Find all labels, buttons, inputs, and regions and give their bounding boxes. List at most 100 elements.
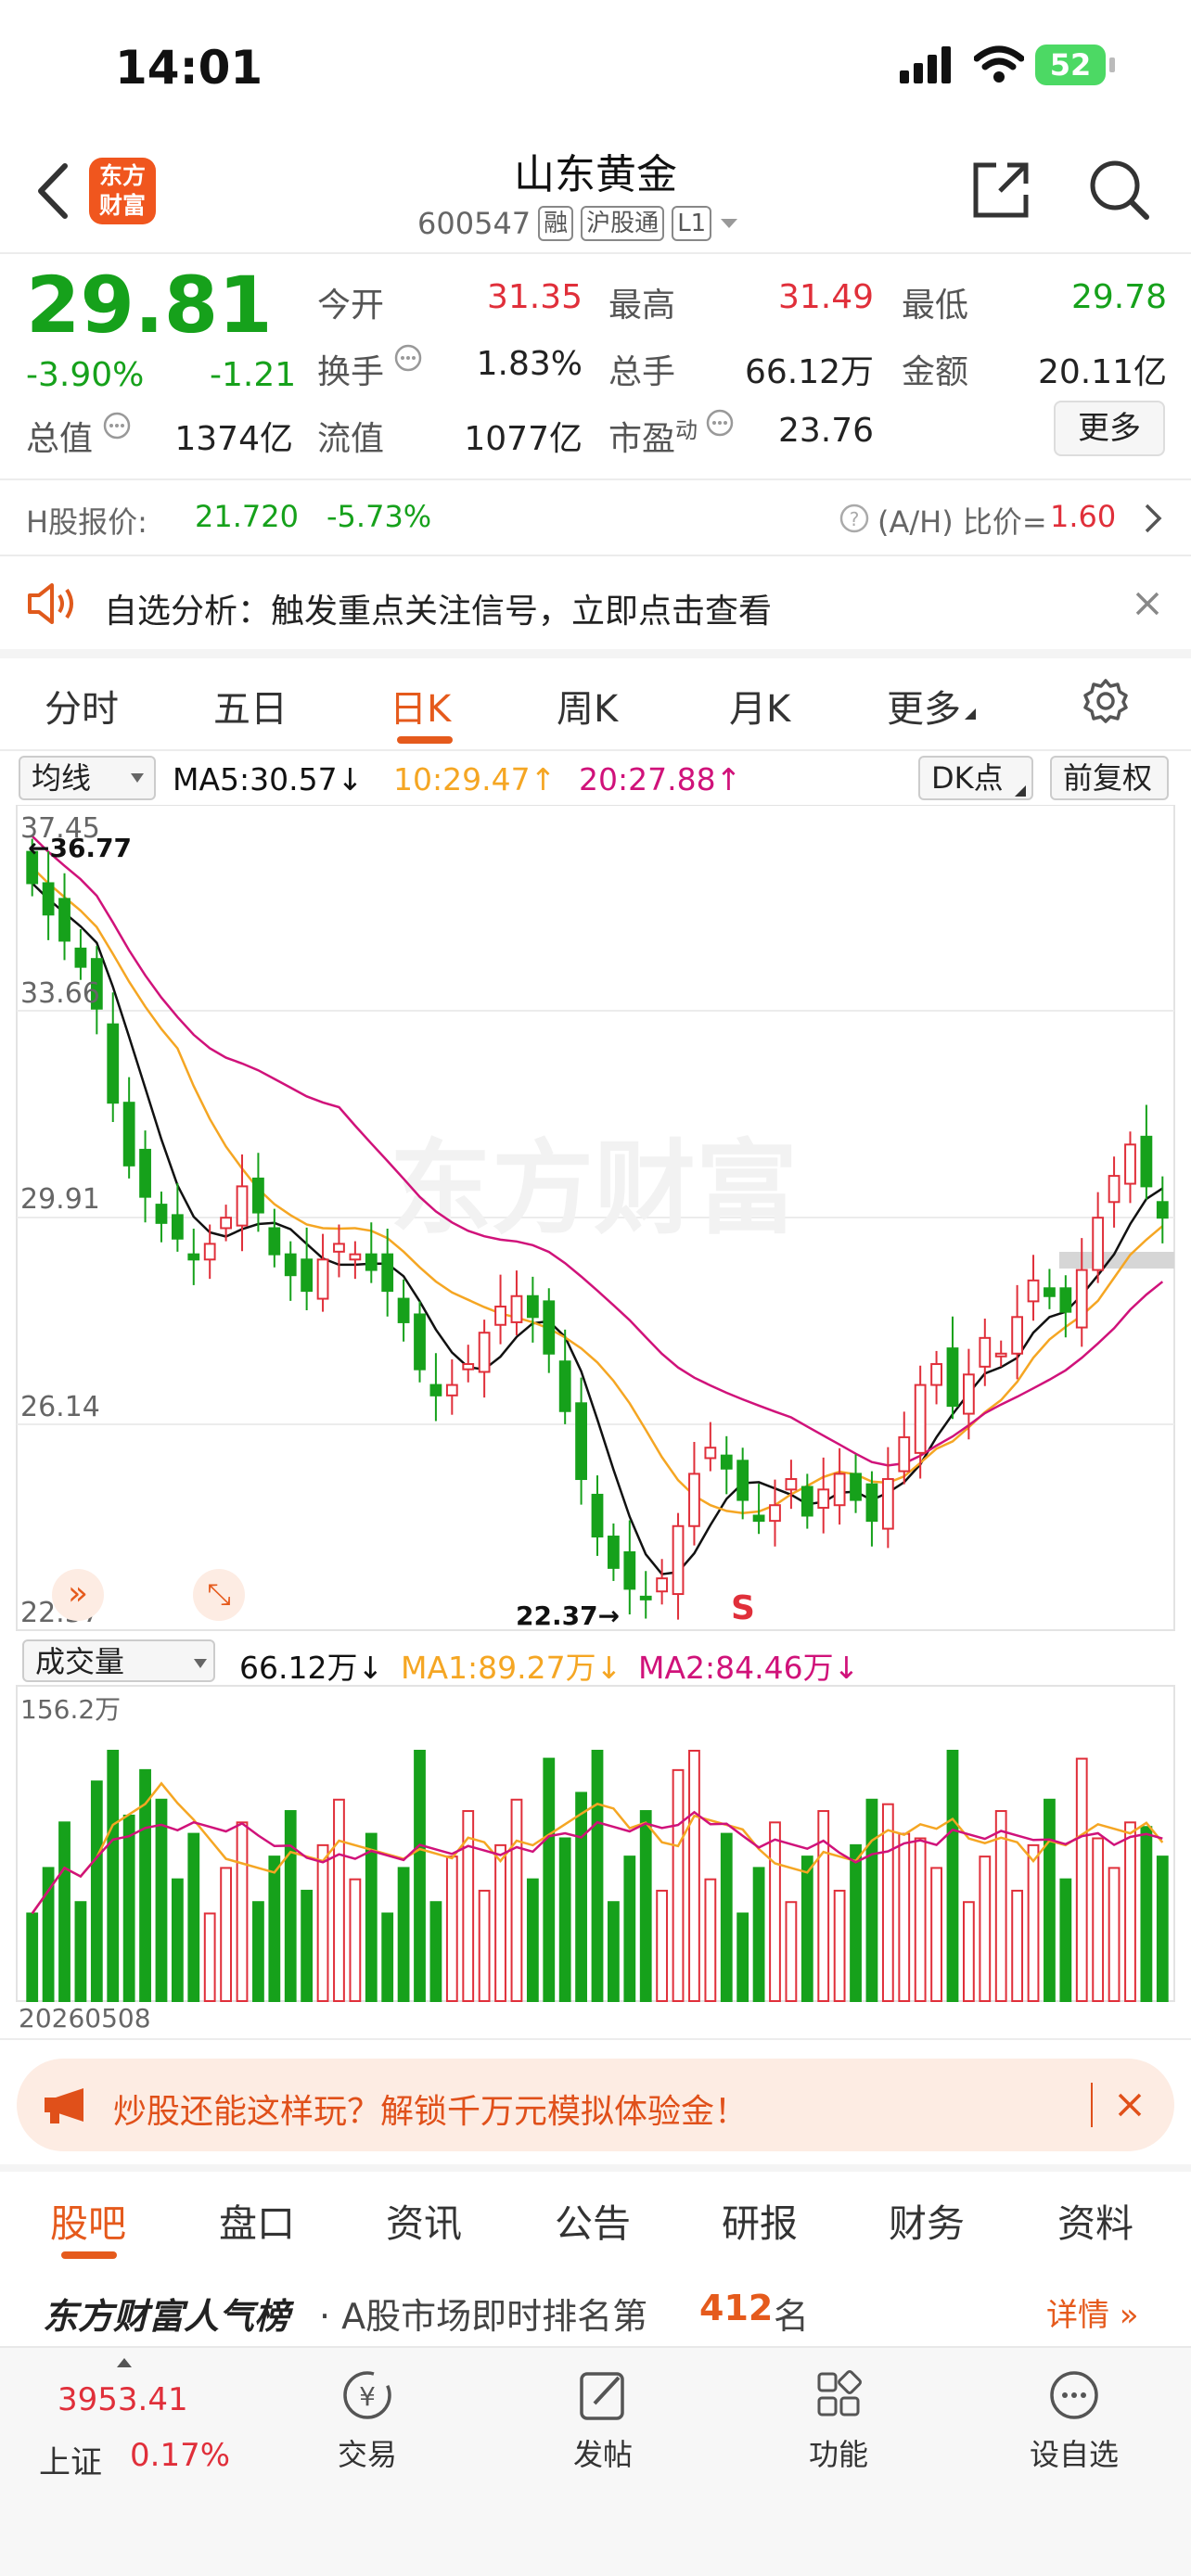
index-value[interactable]: 3953.41: [58, 2381, 188, 2418]
candle-down: [639, 1595, 652, 1600]
share-icon[interactable]: [968, 158, 1033, 223]
hshare-price: 21.720: [195, 499, 299, 534]
candle-down: [397, 1297, 410, 1323]
ad-banner[interactable]: 炒股还能这样玩？解锁千万元模拟体验金！: [17, 2059, 1174, 2151]
volume-bar-up: [494, 1843, 506, 2003]
nav-trade[interactable]: ¥ 交易: [293, 2366, 442, 2474]
info-dots-icon[interactable]: [393, 343, 423, 373]
volume-bar-up: [510, 1798, 523, 2002]
candle-down: [608, 1536, 620, 1569]
tab-financials[interactable]: 财务: [889, 2192, 965, 2248]
more-quote-button[interactable]: 更多: [1054, 401, 1165, 456]
rank-detail-link[interactable]: 详情 »: [1046, 2289, 1139, 2335]
volume-indicator-selector[interactable]: 成交量: [22, 1639, 215, 1682]
volume-bar-down: [946, 1750, 959, 2002]
candle-down: [268, 1227, 281, 1256]
volume-ma2: MA2:84.46万↓: [638, 1650, 860, 1686]
volume-bar-down: [591, 1750, 604, 2002]
volume-bar-down: [865, 1798, 878, 2002]
volume-bar-down: [26, 1912, 39, 2002]
high-value: 31.49: [777, 278, 874, 316]
alert-banner[interactable]: 自选分析：触发重点关注信号，立即点击查看: [0, 556, 1191, 649]
tab-weekly-k[interactable]: 周K: [557, 679, 618, 733]
candle-down: [107, 1023, 120, 1104]
candle-up: [203, 1243, 216, 1261]
chevron-right-icon: [1145, 504, 1162, 533]
ad-text: 炒股还能这样玩？解锁千万元模拟体验金！: [113, 2093, 749, 2131]
volume-bar-down: [397, 1867, 410, 2002]
caret-down-icon: [194, 1659, 207, 1668]
candle-down: [800, 1486, 813, 1517]
volume-bar-down: [623, 1855, 636, 2002]
candle-down: [946, 1347, 959, 1408]
tab-news[interactable]: 资讯: [386, 2192, 462, 2248]
alert-text: 自选分析：触发重点关注信号，立即点击查看: [104, 593, 773, 631]
candle-up: [1027, 1279, 1040, 1303]
info-dots-icon[interactable]: [705, 408, 735, 438]
nav-post[interactable]: 发帖: [529, 2366, 677, 2474]
candle-down: [414, 1313, 426, 1371]
content-tabs: 股吧 盘口 资讯 公告 研报 财务 资料: [0, 2170, 1191, 2263]
volume-current: 66.12万↓: [239, 1650, 384, 1686]
ah-ratio-value: 1.60: [1050, 499, 1117, 534]
volume-value: 66.12万: [744, 353, 874, 391]
volume-bar-up: [930, 1867, 942, 2002]
candle-down: [122, 1102, 135, 1167]
candle-up: [914, 1384, 927, 1454]
tab-order-book[interactable]: 盘口: [219, 2192, 295, 2248]
volume-bar-down: [752, 1867, 765, 2002]
tab-research[interactable]: 研报: [722, 2192, 798, 2248]
candle-up: [930, 1363, 942, 1386]
ma20-value: 20:27.88↑: [579, 761, 742, 797]
tab-intraday[interactable]: 分时: [45, 679, 119, 733]
fullscreen-icon[interactable]: ⤡: [193, 1569, 245, 1621]
hshare-row[interactable]: H股报价: 21.720 -5.73% ? (A/H) 比价= 1.60: [0, 482, 1191, 555]
volume-bar-down: [381, 1912, 394, 2002]
settings-gear-icon[interactable]: [1082, 677, 1130, 725]
sell-signal[interactable]: S: [731, 1589, 755, 1627]
volume-bar-down: [74, 1901, 87, 2003]
search-icon[interactable]: [1087, 158, 1152, 223]
volume-bar-down: [58, 1821, 70, 2003]
trade-icon: ¥: [343, 2371, 391, 2419]
candle-up: [478, 1332, 491, 1373]
tab-forum[interactable]: 股吧: [50, 2192, 126, 2248]
speaker-icon: [28, 583, 73, 624]
popularity-rank-row[interactable]: 东方财富人气榜 · A股市场即时排名第 412 名 详情 »: [0, 2276, 1191, 2341]
tab-profile[interactable]: 资料: [1057, 2192, 1133, 2248]
tab-monthly-k[interactable]: 月K: [729, 679, 790, 733]
margin-tag: 融: [538, 206, 574, 241]
help-icon[interactable]: ?: [839, 503, 870, 534]
tab-daily-k[interactable]: 日K: [390, 679, 451, 733]
svg-text:¥: ¥: [359, 2381, 376, 2412]
kline-chart[interactable]: 东方财富: [0, 805, 1191, 2047]
low-label: 最低: [902, 287, 969, 325]
adjust-button[interactable]: 前复权: [1050, 756, 1169, 800]
tab-five-day[interactable]: 五日: [213, 679, 288, 733]
tab-announcements[interactable]: 公告: [555, 2192, 631, 2248]
volume-bar-down: [1044, 1798, 1056, 2002]
tab-more[interactable]: 更多: [887, 679, 978, 733]
candle-down: [187, 1253, 200, 1261]
info-dots-icon[interactable]: [102, 411, 132, 440]
candle-down: [155, 1204, 168, 1224]
close-icon[interactable]: [1117, 2092, 1143, 2118]
nav-apps[interactable]: 功能: [764, 2366, 913, 2474]
close-icon[interactable]: [1133, 590, 1161, 618]
watermark: 东方财富: [390, 1129, 798, 1248]
stock-code-row[interactable]: 600547 融 沪股通 L1: [417, 206, 739, 241]
candle-up: [220, 1217, 233, 1230]
candle-up: [445, 1384, 458, 1396]
indicator-selector[interactable]: 均线: [19, 756, 156, 800]
expand-left-icon[interactable]: »: [52, 1569, 104, 1621]
volume-bar-down: [720, 1832, 733, 2003]
volume-bar-up: [833, 1889, 846, 2003]
dk-button[interactable]: DK点: [918, 756, 1033, 800]
nav-add-watchlist[interactable]: 设自选: [1000, 2366, 1148, 2474]
mktcap-label: 总值: [26, 420, 94, 458]
volume-bar-up: [979, 1855, 992, 2002]
volume-bar-down: [365, 1832, 378, 2003]
volume-bar-up: [445, 1855, 458, 2002]
candle-up: [769, 1504, 781, 1523]
volume-bar-up: [333, 1798, 345, 2002]
